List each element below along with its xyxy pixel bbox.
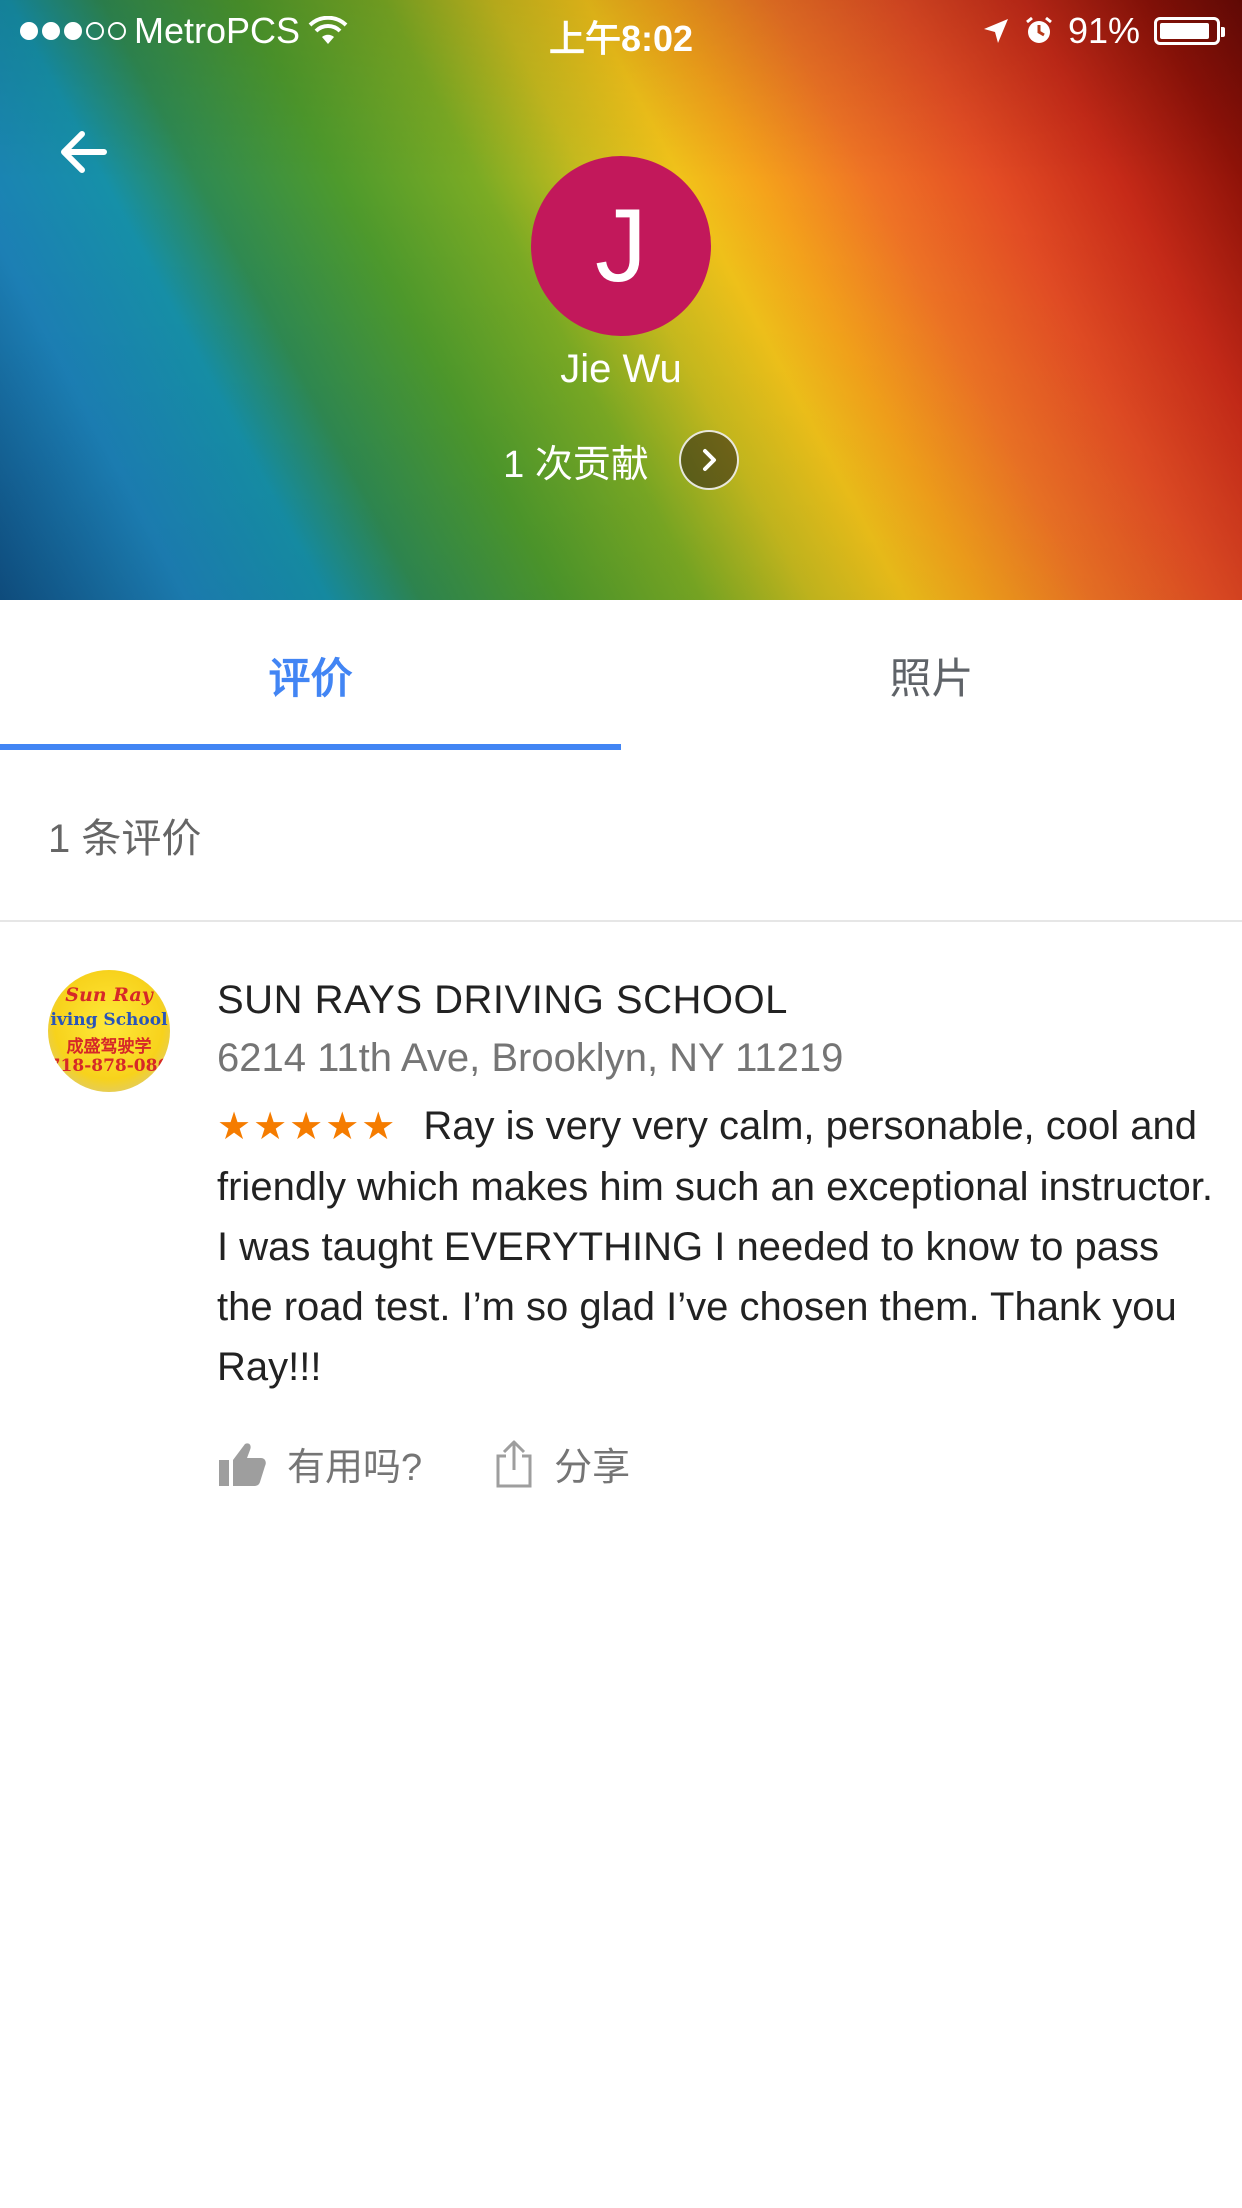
thumb-text-line: 成盛驾驶学 <box>66 1037 152 1057</box>
profile-header: MetroPCS 上午8:02 91% J Jie Wu 1 次贡献 <box>0 0 1242 600</box>
battery-icon <box>1154 17 1225 45</box>
thumb-text-line: iving School <box>50 1010 168 1030</box>
battery-percent: 91% <box>1067 10 1140 51</box>
thumb-text-line: Sun Ray <box>65 984 153 1006</box>
back-button[interactable] <box>52 120 116 184</box>
avatar: J <box>531 156 711 336</box>
contributions-count: 1 次贡献 <box>503 443 649 486</box>
share-icon <box>496 1440 532 1487</box>
helpful-label: 有用吗? <box>287 1447 423 1489</box>
place-address: 6214 11th Ave, Brooklyn, NY 11219 <box>217 1036 844 1080</box>
tab-photos[interactable]: 照片 <box>621 600 1242 750</box>
chevron-right-icon <box>702 449 716 471</box>
star-rating: ★★★★★ <box>217 1106 398 1148</box>
contributions-button[interactable] <box>678 430 739 490</box>
divider <box>0 920 1242 922</box>
status-right: 91% <box>982 10 1225 52</box>
tab-bar: 评价 照片 <box>0 600 1242 750</box>
tab-reviews[interactable]: 评价 <box>0 600 621 750</box>
place-name[interactable]: SUN RAYS DRIVING SCHOOL <box>217 978 788 1023</box>
review-actions: 有用吗? 分享 <box>217 1436 630 1491</box>
user-name: Jie Wu <box>560 347 682 391</box>
thumbs-up-icon <box>219 1442 266 1486</box>
alarm-clock-icon <box>1026 16 1052 43</box>
share-button[interactable]: 分享 <box>492 1436 630 1491</box>
status-bar: MetroPCS 上午8:02 91% <box>0 0 1242 60</box>
review-body: ★★★★★ Ray is very very calm, personable, … <box>217 1096 1217 1397</box>
review-count: 1 条评价 <box>48 817 202 861</box>
location-arrow-icon <box>983 19 1008 43</box>
share-label: 分享 <box>554 1447 631 1489</box>
helpful-button[interactable]: 有用吗? <box>217 1436 422 1491</box>
place-thumbnail[interactable]: Sun Ray iving School 成盛驾驶学 718-878-086 <box>48 970 170 1092</box>
contributions-row[interactable]: 1 次贡献 <box>0 430 1242 490</box>
back-arrow-icon <box>61 131 107 173</box>
battery-fill <box>1160 23 1210 39</box>
thumb-text-line: 718-878-086 <box>48 1056 170 1076</box>
